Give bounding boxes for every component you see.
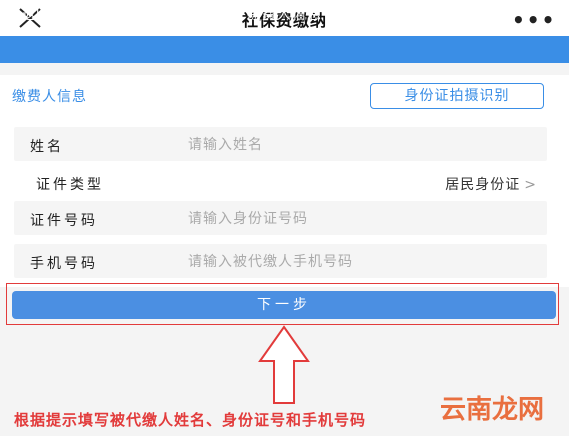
id-scan-button[interactable]: 身份证拍摄识别 (370, 83, 544, 109)
nav-bar (0, 36, 569, 63)
page-title: 缴费人信息 (247, 7, 322, 23)
phone-row: 手机号码 (14, 244, 547, 278)
id-type-label: 证件类型 (36, 177, 104, 193)
id-type-value: 居民身份证 (445, 177, 521, 193)
annotation-text: 根据提示填写被代缴人姓名、身份证号和手机号码 (14, 411, 367, 429)
watermark-text: 云南龙网 (440, 395, 545, 425)
name-row: 姓名 (14, 127, 547, 161)
id-number-row: 证件号码 (14, 201, 547, 235)
phone-input[interactable] (186, 249, 530, 275)
up-arrow-icon (258, 325, 310, 404)
id-number-label: 证件号码 (30, 213, 98, 229)
watermark: 云南龙网 (440, 389, 544, 426)
next-step-button[interactable]: 下一步 (12, 291, 556, 319)
id-type-row[interactable]: 证件类型 居民身份证 > (14, 165, 547, 199)
id-type-select[interactable]: 居民身份证 > (445, 174, 537, 194)
phone-label: 手机号码 (30, 256, 98, 272)
id-number-input[interactable] (186, 206, 530, 232)
name-input[interactable] (186, 132, 530, 158)
chevron-right-icon: > (524, 177, 537, 193)
section-title: 缴费人信息 (12, 89, 87, 105)
name-label: 姓名 (30, 139, 64, 155)
